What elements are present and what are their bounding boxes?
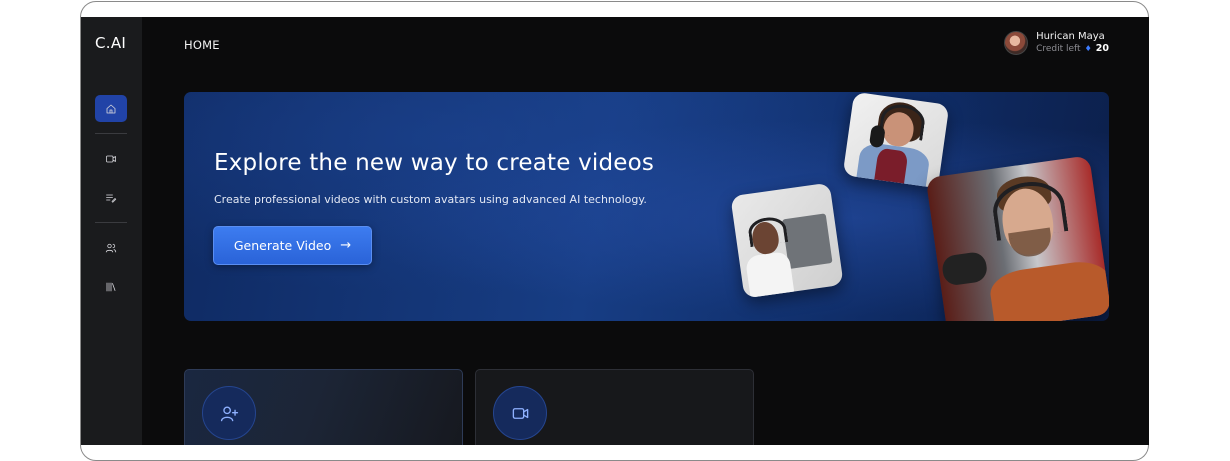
page-title: HOME [184,38,220,52]
sidebar-item-home[interactable] [95,95,127,122]
list-edit-icon [106,194,117,203]
video-icon [106,155,116,162]
app-screen: C.AI HOME Hurican Maya Credit left ♦ 20 [81,17,1149,445]
sidebar-item-library[interactable] [95,273,127,300]
avatar[interactable] [1004,31,1029,55]
sidebar-item-avatars[interactable] [95,234,127,261]
hero-banner: Explore the new way to create videos Cre… [184,92,1109,321]
credit-label: Credit left [1036,44,1081,54]
sidebar-item-scripts[interactable] [95,184,127,211]
credit-value: 20 [1095,43,1109,54]
create-avatar-card[interactable] [184,369,463,445]
library-icon [106,282,116,291]
shirt-shape [873,147,909,189]
home-icon [106,104,116,113]
user-plus-icon [220,405,238,421]
sidebar-item-videos[interactable] [95,145,127,172]
credit-info: Credit left ♦ 20 [1036,43,1109,55]
app-logo[interactable]: C.AI [95,34,126,52]
shirt-shape [744,250,795,299]
user-menu[interactable]: Hurican Maya Credit left ♦ 20 [1004,31,1109,55]
users-icon [105,243,117,252]
diamond-icon: ♦ [1084,44,1092,53]
microphone-icon [940,250,989,287]
avatar-photo-man-podcast [925,155,1109,321]
avatar-photo-woman [842,92,950,189]
generate-video-button[interactable]: Generate Video → [213,226,372,265]
video-icon [512,407,528,419]
generate-video-label: Generate Video [233,238,332,253]
card-icon-wrap [202,386,256,440]
hero-title: Explore the new way to create videos [214,150,655,176]
card-icon-wrap [493,386,547,440]
sidebar: C.AI [81,17,142,445]
avatar-photo-man-studio [730,182,844,299]
hero-subtitle: Create professional videos with custom a… [214,193,647,206]
arrow-right-icon: → [340,238,352,253]
sidebar-divider [95,222,127,223]
jacket-shape [987,257,1109,321]
user-name: Hurican Maya [1036,31,1105,42]
sidebar-divider [95,133,127,134]
create-video-card[interactable] [475,369,754,445]
